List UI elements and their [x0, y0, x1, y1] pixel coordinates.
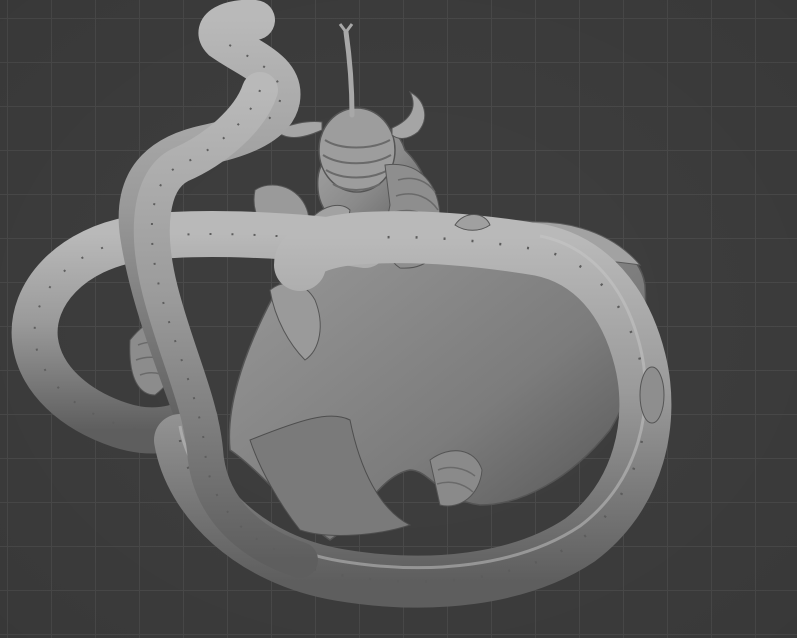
- 3d-viewport[interactable]: [0, 0, 797, 638]
- sculpt-model[interactable]: [0, 0, 797, 638]
- antenna: [343, 29, 355, 118]
- creature-head: [318, 107, 396, 193]
- side-knob: [639, 366, 665, 424]
- horn-right: [391, 90, 426, 139]
